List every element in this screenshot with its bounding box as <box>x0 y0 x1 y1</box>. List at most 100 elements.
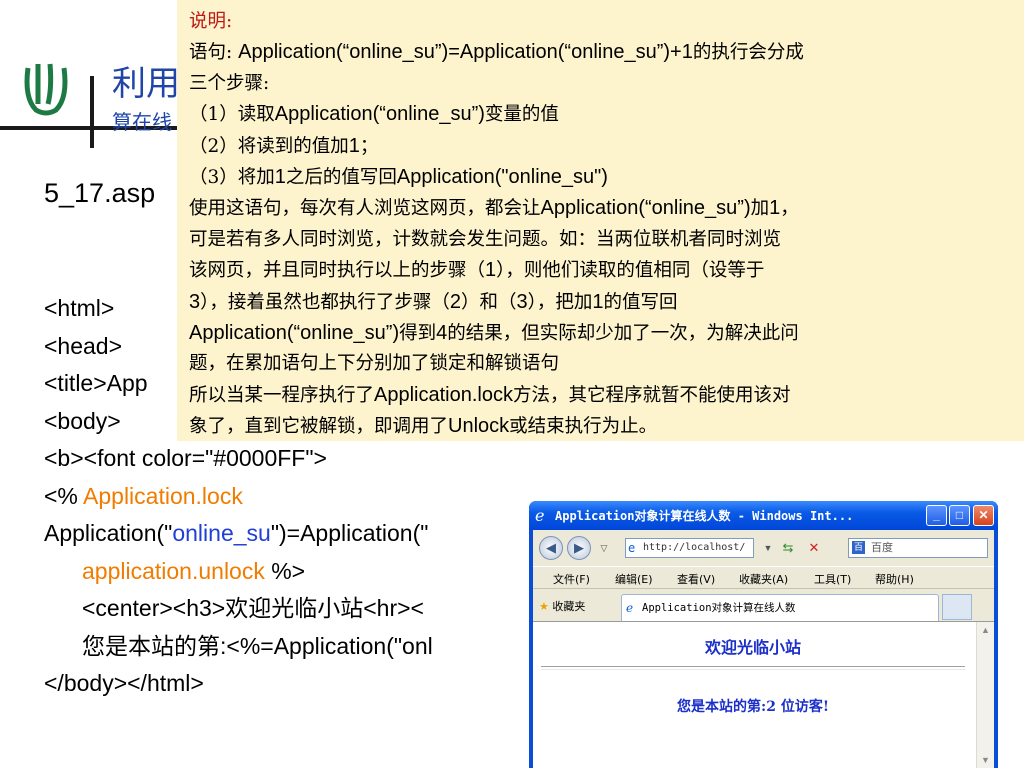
new-tab-button[interactable] <box>942 594 972 620</box>
code-line: <center><h3>欢迎光临小站<hr>< <box>82 595 424 621</box>
menu-favorites[interactable]: 收藏夹(A) <box>739 571 788 587</box>
note-text: 变量的值 <box>484 104 559 126</box>
note-line: （2）将读到的值加1； <box>189 131 1010 162</box>
browser-tab[interactable]: e Application对象计算在线人数 <box>621 594 939 621</box>
note-text: Application(“online_su”) <box>540 197 751 220</box>
note-text: ），则他们读取的值相同（设等于 <box>496 260 765 282</box>
stop-icon[interactable]: ✕ <box>805 538 823 558</box>
menu-file[interactable]: 文件(F) <box>553 571 590 587</box>
code-keyword: application.unlock <box>82 557 265 584</box>
note-text: 该网页，并且同时执行以上的步骤（ <box>189 260 486 282</box>
note-text: （1）读取 <box>189 104 275 126</box>
address-toolbar: ◀ ▶ ▽ e http://localhost/ ▼ ⇆ ✕ 百百度 <box>533 530 994 566</box>
browser-body: ◀ ▶ ▽ e http://localhost/ ▼ ⇆ ✕ 百百度 文件(F)… <box>533 530 994 768</box>
note-text: Unlock <box>448 415 510 438</box>
favorites-bar: ★ 收藏夹 e Application对象计算在线人数 <box>533 588 994 622</box>
code-line: <b><font color="#0000FF"> <box>44 445 327 471</box>
note-text: ； <box>359 135 379 157</box>
code-line: Application("online_su")=Application(" <box>44 515 433 553</box>
note-text: 方法，其它程序就暂不能使用该对 <box>512 384 791 406</box>
note-text: （2）将读到的值加 <box>189 135 349 157</box>
browser-titlebar[interactable]: e Application对象计算在线人数 - Windows Int... _… <box>529 501 998 530</box>
horizontal-rule <box>541 666 965 670</box>
address-bar[interactable]: e http://localhost/ <box>625 538 754 558</box>
code-line: <% Application.lock <box>44 478 433 516</box>
welcome-heading: 欢迎光临小站 <box>704 638 801 657</box>
note-text: Application(“online_su”) <box>189 322 400 345</box>
header-divider <box>90 76 94 148</box>
note-text: 的值写回 <box>603 291 678 313</box>
note-text: 的结果，但实际却少加了一次，为解决此问 <box>447 323 799 345</box>
note-text: 语句: <box>189 42 239 64</box>
ie-tab-icon: e <box>626 601 634 615</box>
note-text: （3）将加 <box>189 167 275 189</box>
code-line: 您是本站的第:<%=Application("onl <box>82 632 433 659</box>
note-text: 1 <box>592 290 604 313</box>
browser-title: Application对象计算在线人数 - Windows Int... <box>555 509 854 523</box>
note-text: 或结束执行为止。 <box>509 416 658 438</box>
company-logo-icon <box>24 63 68 116</box>
note-line: 该网页，并且同时执行以上的步骤（1），则他们读取的值相同（设等于 <box>189 255 1010 286</box>
note-text: 3 <box>516 290 528 313</box>
baidu-icon: 百 <box>852 541 865 554</box>
note-line: （3）将加1之后的值写回Application("online_su") <box>189 162 1010 193</box>
slide-subtitle: 算在线 <box>112 112 172 134</box>
note-line: 题，在累加语句上下分别加了锁定和解锁语句 <box>189 353 560 375</box>
scroll-up-icon[interactable]: ▲ <box>977 622 994 639</box>
code-text: ")=Application(" <box>270 520 429 546</box>
note-text: Application.lock <box>374 383 513 406</box>
back-button[interactable]: ◀ <box>539 536 563 560</box>
history-dropdown-icon[interactable]: ▽ <box>595 538 613 558</box>
code-text: <% <box>44 482 84 509</box>
ie-page-icon: e <box>628 541 636 555</box>
refresh-icon[interactable]: ⇆ <box>779 538 797 558</box>
note-text: ），把加 <box>527 291 593 313</box>
note-text: Application(“online_su”)=Application(“on… <box>238 41 693 64</box>
menu-edit[interactable]: 编辑(E) <box>615 571 653 587</box>
note-text: Application(“online_su”) <box>274 103 485 126</box>
visitor-count-text: 您是本站的第:2 位访客! <box>677 699 829 715</box>
note-text: 1 <box>348 134 360 157</box>
note-line: （1）读取Application(“online_su”)变量的值 <box>189 99 1010 130</box>
maximize-button[interactable]: □ <box>949 505 970 526</box>
note-text: 使用这语句，每次有人浏览这网页，都会让 <box>189 198 541 220</box>
code-string: online_su <box>172 520 271 546</box>
search-input[interactable]: 百百度 <box>848 538 988 558</box>
code-line: application.unlock %> <box>44 553 433 591</box>
file-name: 5_17.asp <box>44 178 156 208</box>
note-text: 所以当某一程序执行了 <box>189 384 375 406</box>
note-text: 之后的值写回 <box>285 167 397 189</box>
note-line: 所以当某一程序执行了Application.lock方法，其它程序就暂不能使用该… <box>189 380 1010 411</box>
search-placeholder: 百度 <box>871 542 893 554</box>
address-dropdown-icon[interactable]: ▼ <box>759 538 777 558</box>
scroll-down-icon[interactable]: ▼ <box>977 752 994 768</box>
note-line: 可是若有多人同时浏览，计数就会发生问题。如：当两位联机者同时浏览 <box>189 228 782 250</box>
vertical-scrollbar[interactable]: ▲ ▼ <box>976 622 994 768</box>
menu-view[interactable]: 查看(V) <box>677 571 715 587</box>
minimize-button[interactable]: _ <box>926 505 947 526</box>
address-text: http://localhost/ <box>643 542 746 553</box>
note-line: 语句: Application(“online_su”)=Application… <box>189 37 1010 68</box>
note-line: Application(“online_su”)得到4的结果，但实际却少加了一次… <box>189 318 1010 349</box>
close-button[interactable]: ✕ <box>973 505 994 526</box>
tab-title: Application对象计算在线人数 <box>642 602 796 614</box>
slide-title: 利用 <box>112 65 180 103</box>
note-text: 2 <box>449 290 462 313</box>
menu-help[interactable]: 帮助(H) <box>875 571 914 587</box>
note-line: 三个步骤: <box>189 72 270 94</box>
forward-button[interactable]: ▶ <box>567 536 591 560</box>
menu-tools[interactable]: 工具(T) <box>814 571 851 587</box>
browser-window: e Application对象计算在线人数 - Windows Int... _… <box>529 501 998 768</box>
note-text: 得到 <box>399 323 437 345</box>
note-heading: 说明: <box>189 11 233 32</box>
code-text: %> <box>264 557 306 584</box>
note-text: 4 <box>436 322 448 345</box>
favorites-button[interactable]: ★ 收藏夹 <box>539 598 585 614</box>
note-text: 3 <box>189 290 201 313</box>
note-text: 1 <box>769 197 781 220</box>
note-text: ， <box>780 198 799 220</box>
code-line: </body></html> <box>44 670 204 696</box>
note-text: ），接着虽然也都执行了步骤（ <box>200 291 450 313</box>
note-text: ）和（ <box>461 291 517 313</box>
ie-icon: e <box>535 506 545 525</box>
